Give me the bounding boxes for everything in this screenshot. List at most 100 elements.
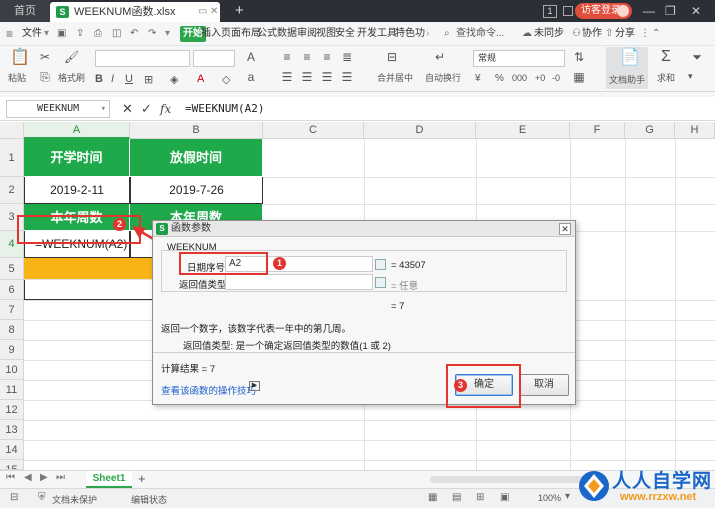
row-header-13[interactable]: 13 (0, 420, 24, 440)
row-header-12[interactable]: 12 (0, 400, 24, 420)
home-tab[interactable]: 首页 (0, 0, 50, 22)
row-header-7[interactable]: 7 (0, 300, 24, 320)
collab-icon[interactable]: ⚇ (572, 22, 581, 46)
column-header-d[interactable]: D (364, 122, 476, 139)
cloud-icon[interactable]: ☁ (522, 22, 532, 46)
share-button[interactable]: 分享 (615, 22, 635, 46)
more-icon[interactable]: ▾ (165, 22, 170, 46)
window-count-badge[interactable]: 1 (543, 5, 557, 18)
cancel-button[interactable]: 取消 (519, 374, 569, 396)
save-icon[interactable]: ▣ (57, 22, 66, 46)
more-options-icon[interactable]: ⋮ (640, 22, 650, 46)
type-convert-icon[interactable]: ⇅ (572, 50, 586, 64)
prev-sheet-icon[interactable]: ◀ (24, 472, 32, 483)
export-icon[interactable]: ⇪ (76, 22, 84, 46)
wrap-text-button[interactable]: 自动换行 (425, 71, 461, 84)
cut-icon[interactable]: ✂ (38, 50, 52, 64)
add-sheet-button[interactable]: + (138, 471, 146, 487)
share-icon[interactable]: ⇧ (605, 22, 613, 46)
first-sheet-icon[interactable]: ⏮ (6, 472, 15, 483)
preview-icon[interactable]: ◫ (112, 22, 121, 46)
font-grow-icon[interactable]: A (244, 50, 258, 64)
distribute-icon[interactable]: ☰ (340, 70, 354, 84)
column-header-e[interactable]: E (476, 122, 570, 139)
row-header-14[interactable]: 14 (0, 440, 24, 460)
font-color-icon[interactable]: A (197, 73, 204, 85)
decrease-decimal-icon[interactable]: -0 (552, 73, 560, 83)
menu-formula[interactable]: 公式 (257, 22, 277, 46)
paste-button[interactable]: 粘贴 (8, 71, 26, 84)
search-icon[interactable]: ⌕ (444, 22, 450, 46)
doc-helper-button[interactable]: 📄 文档助手 (606, 47, 648, 89)
monitor-icon[interactable]: ▭ (198, 2, 207, 22)
collapse-dialog-icon[interactable] (375, 277, 386, 288)
last-sheet-icon[interactable]: ⏭ (56, 472, 65, 483)
clear-icon[interactable]: ◇ (222, 73, 230, 86)
menu-developer[interactable]: 开发工具 (357, 22, 397, 46)
chevron-right-icon[interactable]: › (426, 22, 429, 46)
conditional-format-icon[interactable]: ▦ (572, 70, 586, 84)
number-format-select[interactable]: 常规 (473, 50, 565, 67)
align-justify-icon[interactable]: ≣ (340, 50, 354, 64)
align-middle-icon[interactable]: ≡ (300, 50, 314, 64)
help-link[interactable]: 查看该函数的操作技巧 (161, 383, 256, 397)
filter-icon[interactable]: ⏷ (690, 50, 704, 64)
currency-icon[interactable]: ¥ (475, 73, 481, 84)
row-header-5[interactable]: 5 (0, 258, 24, 280)
sheet-tab-sheet1[interactable]: Sheet1 (86, 471, 132, 488)
command-search[interactable]: 查找命令... (456, 22, 504, 46)
menu-review[interactable]: 审阅 (297, 22, 317, 46)
column-header-g[interactable]: G (625, 122, 675, 139)
collapse-ribbon-icon[interactable]: ⌃ (652, 22, 660, 46)
thousands-icon[interactable]: 000 (512, 73, 527, 83)
column-header-c[interactable]: C (263, 122, 364, 139)
row-header-6[interactable]: 6 (0, 280, 24, 300)
maximize-icon[interactable]: ❐ (665, 0, 676, 22)
zoom-dropdown-icon[interactable]: ▾ (565, 491, 570, 502)
row-header-2[interactable]: 2 (0, 177, 24, 204)
macro-icon[interactable]: ⊟ (10, 492, 18, 503)
close-window-icon[interactable]: ✕ (691, 0, 701, 22)
dialog-title-bar[interactable]: S 函数参数 ✕ (153, 221, 575, 237)
menu-security[interactable]: 安全 (335, 22, 355, 46)
sum-icon[interactable]: Σ (659, 49, 673, 65)
menu-data[interactable]: 数据 (277, 22, 297, 46)
border-icon[interactable]: ⊞ (144, 73, 153, 86)
row-header-15[interactable]: 15 (0, 460, 24, 470)
row-header-9[interactable]: 9 (0, 340, 24, 360)
font-size-select[interactable] (193, 50, 235, 67)
document-protection-status[interactable]: 文档未保护 (52, 493, 97, 506)
merge-center-button[interactable]: 合并居中 (377, 71, 413, 84)
arg2-input[interactable] (225, 274, 373, 290)
wrap-text-icon[interactable]: ↵ (433, 50, 447, 64)
align-top-icon[interactable]: ≡ (280, 50, 294, 64)
chevron-down-icon[interactable]: ▾ (44, 22, 49, 46)
page-break-icon[interactable]: ⊞ (476, 492, 484, 503)
select-all-corner[interactable] (0, 122, 24, 139)
sum-button[interactable]: 求和 (657, 71, 675, 84)
formula-input[interactable]: =WEEKNUM(A2) (185, 100, 264, 118)
file-tab[interactable]: S WEEKNUM函数.xlsx ▭ ✕ (50, 2, 220, 22)
name-box[interactable]: WEEKNUM ▾ (6, 100, 110, 118)
underline-icon[interactable]: U (125, 73, 133, 85)
cell-a2[interactable]: 2019-2-11 (24, 177, 130, 204)
page-layout-icon[interactable]: ▤ (452, 492, 461, 503)
apps-grid-icon[interactable] (563, 6, 573, 16)
help-video-icon[interactable]: ▶ (249, 381, 260, 391)
format-painter-icon[interactable]: 🖌 (64, 50, 79, 64)
menu-insert[interactable]: 插入 (201, 22, 221, 46)
redo-icon[interactable]: ↷ (148, 22, 156, 46)
column-header-h[interactable]: H (675, 122, 715, 139)
collab-button[interactable]: 协作 (582, 22, 602, 46)
align-left-icon[interactable]: ☰ (280, 70, 294, 84)
visitor-login-button[interactable]: 访客登录 (575, 3, 632, 19)
normal-view-icon[interactable]: ▦ (428, 492, 437, 503)
new-tab-button[interactable]: + (235, 0, 244, 22)
close-tab-icon[interactable]: ✕ (210, 2, 218, 22)
copy-icon[interactable]: ⎘ (38, 70, 52, 84)
insert-function-icon[interactable]: fx (160, 100, 171, 118)
hamburger-icon[interactable]: ≡ (6, 22, 13, 46)
align-bottom-icon[interactable]: ≡ (320, 50, 334, 64)
menu-features[interactable]: 特色功 (395, 22, 425, 46)
align-right-icon[interactable]: ☰ (320, 70, 334, 84)
